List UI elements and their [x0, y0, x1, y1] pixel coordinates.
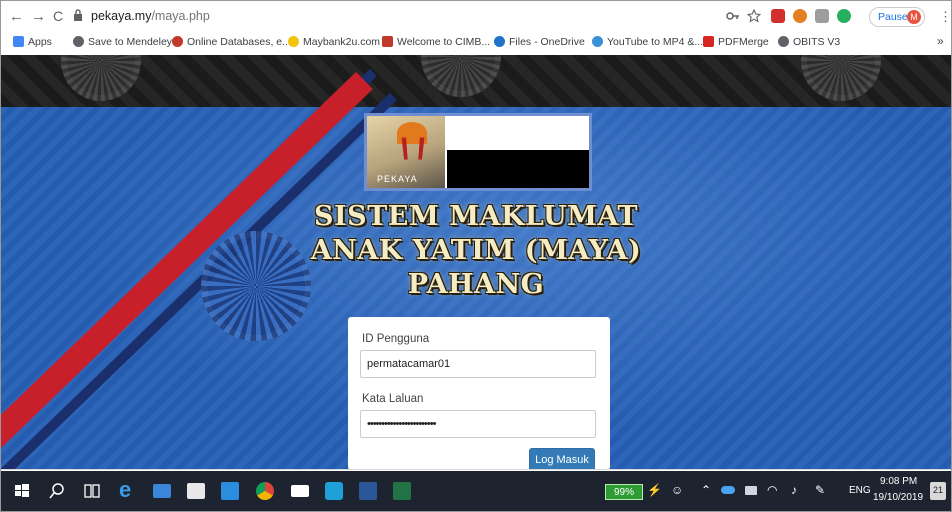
- task-view-icon[interactable]: [83, 482, 101, 500]
- globe-icon: [73, 36, 84, 47]
- address-bar-row: ← → C pekaya.my/maya.php Paused M ⋮: [1, 1, 951, 33]
- user-id-label: ID Pengguna: [362, 333, 430, 345]
- banner-white-block: [447, 116, 589, 150]
- password-label: Kata Laluan: [362, 393, 424, 405]
- lock-icon: [74, 9, 82, 21]
- url-field[interactable]: pekaya.my/maya.php: [91, 9, 210, 23]
- chrome-icon[interactable]: [256, 482, 274, 500]
- bookmark-onedrive[interactable]: Files - OneDrive: [494, 36, 585, 48]
- browser-menu-button[interactable]: ⋮: [939, 9, 951, 25]
- logo-text: PEKAYA: [377, 174, 418, 184]
- pen-icon[interactable]: ✎: [815, 483, 825, 497]
- volume-icon[interactable]: ♪: [791, 483, 797, 497]
- login-button[interactable]: Log Masuk: [529, 448, 595, 470]
- profile-button[interactable]: Paused M: [869, 7, 925, 27]
- reload-button[interactable]: C: [53, 8, 63, 24]
- page-title-line-3: PAHANG: [407, 269, 545, 300]
- photos-icon[interactable]: [325, 482, 343, 500]
- database-icon: [172, 36, 183, 47]
- bookmark-label: Save to Mendeley: [88, 36, 173, 48]
- login-form: ID Pengguna permatacamar01 Kata Laluan •…: [348, 317, 610, 470]
- tray-app-icon[interactable]: [745, 486, 757, 495]
- pekaya-logo: PEKAYA: [367, 116, 445, 188]
- edge-icon[interactable]: e: [119, 477, 137, 502]
- app-l-icon[interactable]: [221, 482, 239, 500]
- people-icon[interactable]: ☺: [671, 483, 683, 497]
- url-host: pekaya.my: [91, 9, 152, 23]
- youtube-mp4-icon: [592, 36, 603, 47]
- cimb-icon: [382, 36, 393, 47]
- banner-black-block: [447, 150, 589, 188]
- windows-taskbar: e 99% ⚡ ☺ ⌃ ◠ ♪ ✎ ENG 9:08 PM 19/10/2019…: [1, 471, 951, 511]
- pdf-icon: [703, 36, 714, 47]
- bookmark-label: Welcome to CIMB...: [397, 36, 491, 48]
- key-icon[interactable]: [726, 9, 740, 23]
- maybank-icon: [288, 36, 299, 47]
- bookmark-label: Files - OneDrive: [509, 36, 585, 48]
- bookmark-mendeley[interactable]: Save to Mendeley: [73, 36, 172, 48]
- forward-button[interactable]: →: [31, 8, 46, 25]
- notification-count: 21: [933, 485, 944, 495]
- avatar: M: [907, 10, 921, 24]
- url-path: /maya.php: [151, 9, 210, 23]
- web-page: PEKAYA SISTEM MAKLUMAT ANAK YATIM (MAYA)…: [1, 55, 951, 470]
- browser-window: ← → C pekaya.my/maya.php Paused M ⋮ Apps…: [0, 0, 952, 512]
- bookmark-online-databases[interactable]: Online Databases, e...: [172, 36, 291, 48]
- word-icon[interactable]: [359, 482, 377, 500]
- bookmark-obits[interactable]: OBITS V3: [778, 36, 840, 48]
- bookmark-label: PDFMerge: [718, 36, 769, 48]
- grammar-extension-icon[interactable]: [837, 9, 851, 23]
- power-plug-icon: ⚡: [647, 483, 662, 497]
- mendeley-extension-icon[interactable]: [771, 9, 785, 23]
- bookmark-maybank[interactable]: Maybank2u.com: [288, 36, 380, 48]
- mail-icon[interactable]: [291, 485, 309, 497]
- password-input[interactable]: ••••••••••••••••••••••••: [360, 410, 596, 438]
- globe-icon: [778, 36, 789, 47]
- bookmark-youtube-mp4[interactable]: YouTube to MP4 &...: [592, 36, 703, 48]
- bookmark-label: OBITS V3: [793, 36, 841, 48]
- page-title-line-2: ANAK YATIM (MAYA): [310, 235, 642, 266]
- apps-grid-icon: [13, 36, 24, 47]
- language-indicator[interactable]: ENG: [849, 485, 871, 496]
- background-ornament: [201, 231, 311, 341]
- clock-time[interactable]: 9:08 PM: [880, 476, 917, 487]
- bookmarks-overflow-button[interactable]: »: [937, 34, 944, 48]
- wifi-icon[interactable]: ◠: [767, 483, 777, 497]
- bookmark-label: YouTube to MP4 &...: [607, 36, 704, 48]
- bookmark-cimb[interactable]: Welcome to CIMB...: [382, 36, 490, 48]
- bookmark-label: Online Databases, e...: [187, 36, 291, 48]
- clock-date[interactable]: 19/10/2019: [873, 492, 923, 503]
- store-icon[interactable]: [187, 483, 205, 499]
- back-button[interactable]: ←: [9, 8, 24, 25]
- windows-start-icon[interactable]: [13, 482, 31, 500]
- v-mark-icon: [401, 137, 425, 160]
- onedrive-tray-icon[interactable]: [721, 486, 735, 494]
- bookmark-star-icon[interactable]: [747, 9, 761, 23]
- logo-banner: PEKAYA: [364, 113, 592, 191]
- bookmark-pdfmerge[interactable]: PDFMerge: [703, 36, 769, 48]
- onedrive-icon: [494, 36, 505, 47]
- extension-icon[interactable]: [793, 9, 807, 23]
- bookmark-label: Maybank2u.com: [303, 36, 381, 48]
- page-bottom-band: [1, 469, 951, 470]
- action-center-button[interactable]: 21: [930, 482, 946, 500]
- battery-indicator[interactable]: 99%: [605, 484, 643, 500]
- bookmark-apps[interactable]: Apps: [13, 36, 52, 48]
- search-icon[interactable]: [48, 482, 66, 500]
- excel-icon[interactable]: [393, 482, 411, 500]
- page-title-line-1: SISTEM MAKLUMAT: [314, 201, 638, 232]
- bookmarks-bar: Apps Save to Mendeley Online Databases, …: [1, 33, 951, 56]
- user-id-input[interactable]: permatacamar01: [360, 350, 596, 378]
- file-explorer-icon[interactable]: [153, 484, 171, 498]
- chevron-up-icon[interactable]: ⌃: [701, 483, 711, 497]
- camera-extension-icon[interactable]: [815, 9, 829, 23]
- bookmark-label: Apps: [28, 36, 52, 48]
